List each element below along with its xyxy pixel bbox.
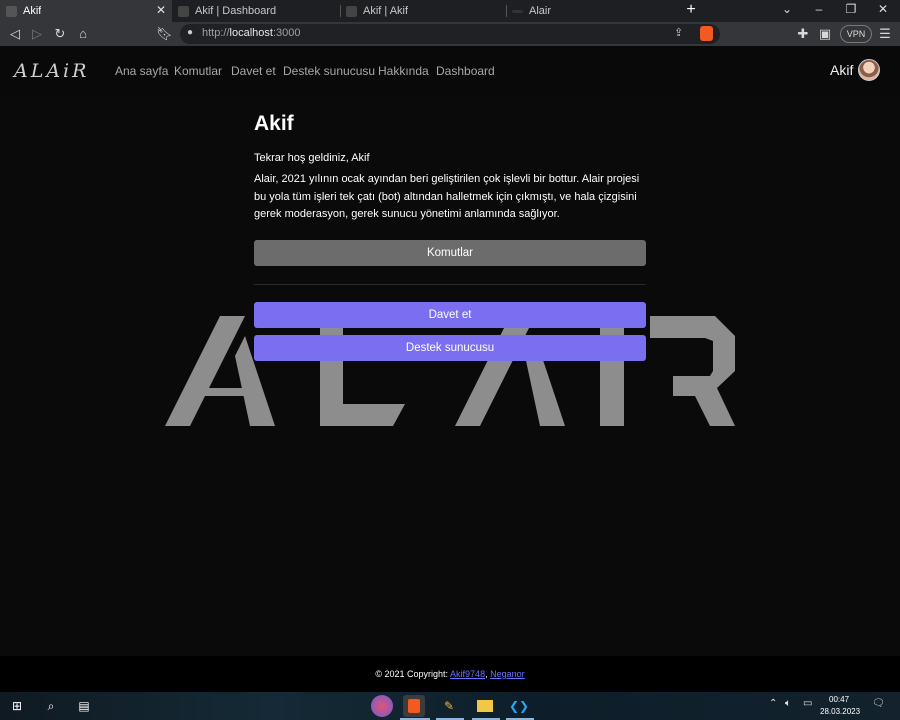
clock-time[interactable]: 00:47 — [829, 695, 849, 704]
tab-dashboard[interactable]: Akif | Dashboard — [172, 0, 340, 22]
site-logo[interactable]: ALAiR — [14, 60, 89, 82]
network-icon[interactable]: ▭ — [803, 698, 812, 709]
back-icon[interactable]: ◁ — [7, 26, 23, 42]
invite-button[interactable]: Davet et — [254, 302, 646, 328]
divider — [254, 284, 646, 285]
maximize-icon[interactable]: ❐ — [842, 2, 860, 16]
tab-favicon-icon — [512, 9, 523, 13]
site-info-icon[interactable]: ● — [187, 27, 193, 38]
vscode-app-icon[interactable]: ❮❯ — [508, 695, 530, 717]
tab-title: Akif — [23, 5, 42, 17]
vpn-button[interactable]: VPN — [840, 25, 872, 43]
chrome-app-icon[interactable] — [371, 695, 393, 717]
volume-icon[interactable]: 🔈︎ — [785, 698, 791, 709]
nav-link-dashboard[interactable]: Dashboard — [436, 64, 495, 78]
reload-icon[interactable]: ↻ — [52, 26, 68, 42]
bookmark-icon[interactable]: 🔖︎ — [156, 26, 173, 42]
background-logo-icon — [165, 316, 735, 426]
menu-icon[interactable]: ☰ — [877, 26, 893, 42]
nav-link-invite[interactable]: Davet et — [231, 64, 276, 78]
nav-link-commands[interactable]: Komutlar — [174, 64, 222, 78]
tab-title: Akif | Dashboard — [195, 5, 277, 17]
file-explorer-icon[interactable] — [474, 695, 496, 717]
brave-app-icon[interactable] — [403, 695, 425, 717]
web-page: ALAiR Ana sayfa Komutlar Davet et Destek… — [0, 46, 900, 692]
tab-favicon-icon — [178, 5, 189, 17]
extensions-icon[interactable]: ✚ — [795, 26, 811, 42]
nav-link-support[interactable]: Destek sunucusu — [283, 64, 375, 78]
tab-akif[interactable]: Akif ✕ — [0, 0, 172, 22]
tab-title: Alair — [529, 5, 552, 17]
tab-favicon-icon — [346, 5, 357, 17]
sidebar-icon[interactable]: ▣ — [817, 26, 833, 42]
page-title: Akif — [254, 112, 294, 135]
sublime-app-icon[interactable]: ✎ — [438, 695, 460, 717]
nav-link-home[interactable]: Ana sayfa — [115, 64, 168, 78]
welcome-text: Tekrar hoş geldiniz, Akif — [254, 152, 370, 164]
forward-icon[interactable]: ▷ — [29, 26, 45, 42]
tab-title: Akif | Akif — [363, 5, 409, 17]
taskbar: ⊞ ⌕ ▤ ✎ ❮❯ ⌃ 🔈︎ ▭ 00:47 28.03.2023 🗨︎ — [0, 692, 900, 720]
tab-akif-akif[interactable]: Akif | Akif — [340, 0, 506, 22]
browser-toolbar: ◁ ▷ ↻ ⌂ 🔖︎ ● http://localhost:3000 ⇪ ✚ ▣… — [0, 22, 900, 46]
home-icon[interactable]: ⌂ — [75, 26, 91, 42]
search-icon[interactable]: ⌕ — [40, 695, 62, 717]
tab-search-icon[interactable]: ⌄ — [778, 2, 796, 16]
brave-shields-icon[interactable] — [700, 26, 713, 41]
commands-button[interactable]: Komutlar — [254, 240, 646, 266]
author-link-neganor[interactable]: Neganor — [490, 669, 525, 679]
window-close-icon[interactable]: ✕ — [874, 2, 892, 16]
copyright-text: © 2021 Copyright: — [375, 669, 451, 679]
description-text: Alair, 2021 yılının ocak ayından beri ge… — [254, 173, 640, 220]
windows-start-icon[interactable]: ⊞ — [6, 695, 28, 717]
minimize-icon[interactable]: – — [810, 2, 828, 16]
new-tab-button[interactable]: + — [682, 1, 700, 19]
tab-alair[interactable]: Alair — [506, 0, 674, 22]
address-bar[interactable]: ● http://localhost:3000 ⇪ — [180, 24, 720, 44]
user-name[interactable]: Akif — [830, 62, 853, 78]
share-icon[interactable]: ⇪ — [674, 26, 683, 39]
clock-date[interactable]: 28.03.2023 — [820, 707, 860, 716]
browser-tab-strip: Akif ✕ Akif | Dashboard Akif | Akif Alai… — [0, 0, 900, 22]
url-text: http://localhost:3000 — [202, 27, 301, 39]
tray-chevron-icon[interactable]: ⌃ — [769, 698, 777, 709]
footer: © 2021 Copyright: Akif9748, Neganor — [0, 656, 900, 692]
author-link-akif[interactable]: Akif9748 — [450, 669, 485, 679]
nav-link-about[interactable]: Hakkında — [378, 64, 429, 78]
avatar[interactable] — [858, 59, 880, 81]
task-view-icon[interactable]: ▤ — [73, 695, 95, 717]
notifications-icon[interactable]: 🗨︎ — [872, 698, 885, 709]
support-server-button[interactable]: Destek sunucusu — [254, 335, 646, 361]
tab-favicon-icon — [6, 5, 17, 17]
site-navbar: ALAiR Ana sayfa Komutlar Davet et Destek… — [0, 46, 900, 98]
close-tab-icon[interactable]: ✕ — [154, 3, 168, 17]
